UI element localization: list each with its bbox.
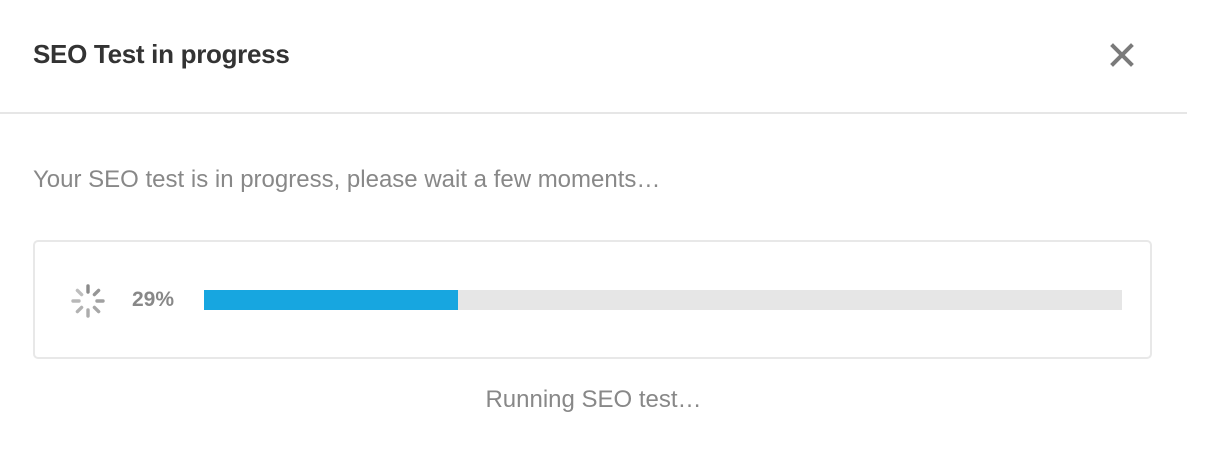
- progress-percent: 29%: [132, 288, 175, 311]
- dialog-title: SEO Test in progress: [33, 39, 290, 69]
- close-button[interactable]: [1104, 37, 1140, 73]
- progress-message: Your SEO test is in progress, please wai…: [33, 166, 661, 193]
- seo-test-dialog: SEO Test in progress Your SEO test is in…: [0, 0, 1187, 456]
- spinner-icon: [71, 284, 105, 318]
- progress-panel: 29%: [33, 240, 1152, 359]
- close-icon: [1110, 43, 1134, 67]
- progress-bar: [204, 290, 1122, 310]
- progress-bar-fill: [204, 290, 459, 310]
- status-text: Running SEO test…: [485, 386, 702, 413]
- dialog-header: SEO Test in progress: [0, 0, 1187, 114]
